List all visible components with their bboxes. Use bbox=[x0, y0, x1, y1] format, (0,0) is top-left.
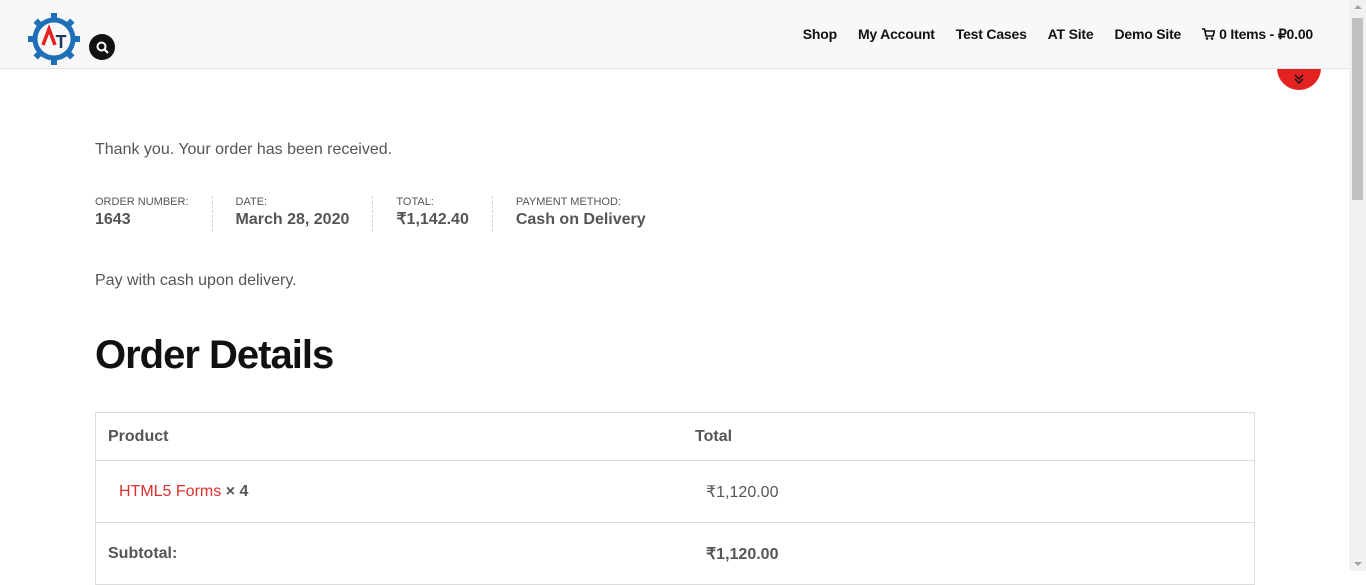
search-icon bbox=[96, 41, 109, 54]
column-header-product: Product bbox=[95, 412, 683, 461]
subtotal-label-cell: Subtotal: bbox=[95, 522, 683, 585]
site-logo[interactable]: T bbox=[28, 13, 80, 65]
scrollbar-thumb[interactable] bbox=[1352, 18, 1363, 200]
svg-text:T: T bbox=[56, 32, 67, 52]
overview-label: Order number: bbox=[95, 196, 189, 208]
cart-icon bbox=[1202, 28, 1216, 40]
column-header-total: Total bbox=[683, 412, 1255, 461]
overview-payment-method: Payment method: Cash on Delivery bbox=[493, 196, 669, 232]
overview-label: Payment method: bbox=[515, 196, 621, 208]
payment-instructions: Pay with cash upon delivery. bbox=[95, 272, 297, 289]
nav-test-cases[interactable]: Test Cases bbox=[956, 26, 1027, 43]
product-quantity: × 4 bbox=[225, 482, 249, 500]
line-total: ₹1,120.00 bbox=[706, 483, 779, 501]
subtotal-value: ₹1,120.00 bbox=[706, 545, 779, 563]
subtotal-label: Subtotal: bbox=[108, 544, 178, 562]
overview-label: Total: bbox=[396, 196, 434, 208]
line-total-cell: ₹1,120.00 bbox=[683, 460, 1255, 523]
nav-shop[interactable]: Shop bbox=[803, 26, 837, 43]
main-nav: Shop My Account Test Cases AT Site Demo … bbox=[803, 26, 1313, 43]
scrollbar[interactable] bbox=[1349, 0, 1366, 571]
overview-value: March 28, 2020 bbox=[235, 211, 350, 228]
overview-total: Total: ₹1,142.40 bbox=[373, 196, 493, 232]
subtotal-value-cell: ₹1,120.00 bbox=[683, 522, 1255, 585]
order-received-message: Thank you. Your order has been received. bbox=[95, 141, 393, 158]
gear-logo-icon: T bbox=[28, 13, 80, 65]
table-row: HTML5 Forms × 4 ₹1,120.00 bbox=[95, 460, 1255, 523]
order-details-table: Product Total HTML5 Forms × 4 ₹1,120.00 … bbox=[95, 412, 1255, 585]
double-chevron-down-icon bbox=[1294, 74, 1304, 85]
overview-value: ₹1,142.40 bbox=[396, 211, 469, 228]
product-link[interactable]: HTML5 Forms bbox=[119, 483, 221, 500]
scroll-down-arrow-icon[interactable] bbox=[1354, 562, 1362, 566]
scroll-up-arrow-icon[interactable] bbox=[1354, 5, 1362, 9]
overview-value: Cash on Delivery bbox=[515, 211, 646, 228]
table-header-row: Product Total bbox=[95, 412, 1255, 461]
nav-demo-site[interactable]: Demo Site bbox=[1114, 26, 1181, 43]
overview-order-number: Order number: 1643 bbox=[95, 196, 213, 232]
overview-value: 1643 bbox=[95, 211, 131, 228]
search-button[interactable] bbox=[89, 34, 115, 60]
order-details-heading: Order Details bbox=[95, 333, 334, 377]
order-overview: Order number: 1643 Date: March 28, 2020 … bbox=[95, 196, 669, 232]
site-header: T Shop My Account Test Cases AT Site Dem… bbox=[0, 0, 1349, 69]
cart-summary: 0 Items - ₽0.00 bbox=[1219, 26, 1313, 42]
nav-at-site[interactable]: AT Site bbox=[1048, 26, 1094, 43]
nav-my-account[interactable]: My Account bbox=[858, 26, 935, 43]
nav-cart[interactable]: 0 Items - ₽0.00 bbox=[1202, 26, 1313, 43]
product-cell: HTML5 Forms × 4 bbox=[95, 460, 683, 523]
subtotal-row: Subtotal: ₹1,120.00 bbox=[95, 522, 1255, 585]
overview-date: Date: March 28, 2020 bbox=[213, 196, 374, 232]
overview-label: Date: bbox=[235, 196, 268, 208]
